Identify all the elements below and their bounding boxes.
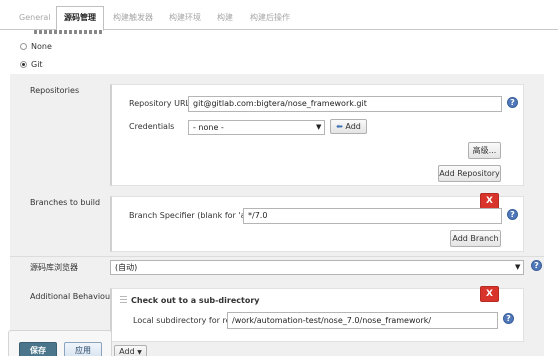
delete-behaviour-button[interactable]: X [480,286,499,302]
apply-button[interactable]: 应用 [64,342,102,356]
additional-behaviours-label: Additional Behaviours [30,292,118,301]
behaviour-title: Check out to a sub-directory [131,296,260,305]
repository-url-label: Repository URL [129,99,190,108]
delete-branch-button[interactable]: X [480,193,499,209]
repositories-label: Repositories [30,86,80,95]
credentials-select[interactable]: - none - [188,120,325,135]
credentials-label: Credentials [129,122,175,131]
add-credential-button[interactable]: ⬅ Add [330,119,367,134]
drag-handle-icon[interactable] [120,296,127,305]
section-heading-clipped [34,30,104,35]
repository-url-input[interactable]: git@gitlab.com:bigtera/nose_framework.gi… [188,96,502,112]
add-behaviour-label: Add [119,347,135,356]
local-subdirectory-input[interactable]: /work/automation-test/nose_7.0/nose_fram… [227,312,498,329]
chevron-down-icon: ▼ [137,349,142,356]
key-icon: ⬅ [336,122,343,131]
local-subdirectory-help-icon[interactable]: ? [503,313,514,324]
add-branch-button[interactable]: Add Branch [450,230,501,247]
local-subdirectory-label: Local subdirectory for repo [133,316,241,325]
repository-browser-label: 源码库浏览器 [30,263,78,272]
scm-git-radio[interactable] [20,61,27,68]
branch-specifier-label: Branch Specifier (blank for 'any') [129,211,261,220]
scm-none-radio[interactable] [20,43,27,50]
tab-build-triggers[interactable]: 构建触发器 [106,7,160,31]
branch-specifier-help-icon[interactable]: ? [507,209,518,220]
tab-general[interactable]: General [12,7,58,31]
repository-url-help-icon[interactable]: ? [507,97,518,108]
section-divider [10,256,544,257]
save-button[interactable]: 保存 [19,342,57,356]
credentials-dropdown-arrow-icon[interactable]: ▼ [316,123,321,131]
add-repository-button[interactable]: Add Repository [438,165,501,182]
add-behaviour-button[interactable]: Add ▼ [114,345,147,356]
branches-to-build-label: Branches to build [30,198,101,207]
tab-build-environment[interactable]: 构建环境 [162,7,208,31]
advanced-button[interactable]: 高级... [468,142,501,159]
add-credential-label: Add [345,122,361,131]
scm-none-label: None [31,42,52,51]
branch-specifier-input[interactable]: */7.0 [243,208,502,224]
repository-browser-help-icon[interactable]: ? [531,260,542,271]
tab-post-build-actions[interactable]: 构建后操作 [243,7,297,31]
repository-browser-select[interactable]: (自动) [110,260,524,275]
scm-git-label: Git [31,60,43,69]
tab-source-code-management[interactable]: 源码管理 [56,6,104,31]
repository-browser-dropdown-arrow-icon[interactable]: ▼ [515,263,520,271]
tab-build[interactable]: 构建 [210,7,240,31]
